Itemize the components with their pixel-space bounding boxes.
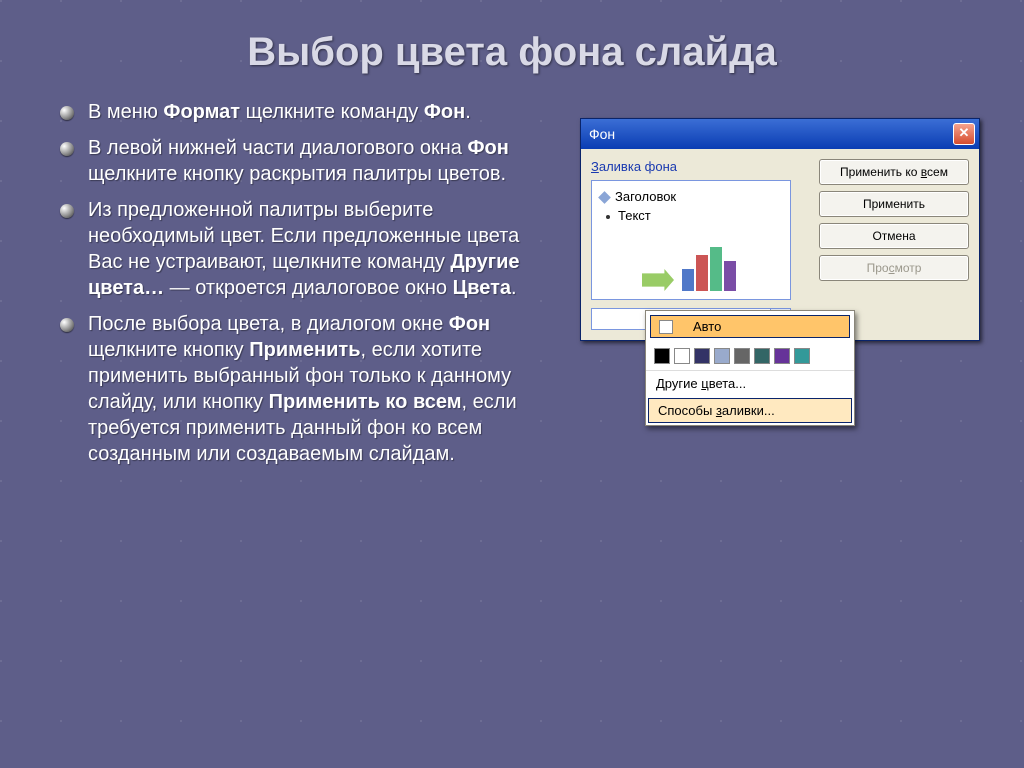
color-palette-popup: Авто Другие цвета... Способы заливки... <box>645 310 855 426</box>
auto-swatch <box>659 320 673 334</box>
color-swatch[interactable] <box>774 348 790 364</box>
color-swatch[interactable] <box>694 348 710 364</box>
color-swatch[interactable] <box>654 348 670 364</box>
dialog-left-panel: Заливка фона Заголовок Текст ▾ <box>591 159 809 330</box>
color-swatch[interactable] <box>794 348 810 364</box>
dialog-title-text: Фон <box>589 126 953 142</box>
color-swatch[interactable] <box>734 348 750 364</box>
diamond-icon <box>598 191 611 204</box>
close-icon[interactable]: ✕ <box>953 123 975 145</box>
bullet-text: В меню Формат щелкните команду Фон. <box>88 99 471 125</box>
palette-auto-label: Авто <box>693 319 721 334</box>
bullet-item: В меню Формат щелкните команду Фон. <box>60 99 550 125</box>
dot-icon <box>606 215 610 219</box>
bullet-text: После выбора цвета, в диалогом окне Фон … <box>88 311 550 467</box>
apply-button[interactable]: Применить <box>819 191 969 217</box>
bullet-text: Из предложенной палитры выберите необход… <box>88 197 550 301</box>
color-swatch[interactable] <box>674 348 690 364</box>
mini-chart-icon <box>642 247 736 291</box>
dialog-buttons: Применить ко всем Применить Отмена Просм… <box>819 159 969 330</box>
background-dialog: Фон ✕ Заливка фона Заголовок Текст ▾ При… <box>580 118 980 341</box>
color-swatch[interactable] <box>714 348 730 364</box>
preview-title: Заголовок <box>615 189 676 204</box>
bullet-item: В левой нижней части диалогового окна Фо… <box>60 135 550 187</box>
bullet-list: В меню Формат щелкните команду Фон. В лев… <box>0 99 560 477</box>
apply-all-button[interactable]: Применить ко всем <box>819 159 969 185</box>
page-title: Выбор цвета фона слайда <box>0 0 1024 99</box>
dialog-titlebar[interactable]: Фон ✕ <box>581 119 979 149</box>
bullet-icon <box>60 318 74 332</box>
bullet-item: Из предложенной палитры выберите необход… <box>60 197 550 301</box>
bullet-icon <box>60 106 74 120</box>
bullet-icon <box>60 204 74 218</box>
color-swatch[interactable] <box>754 348 770 364</box>
preview-text: Текст <box>618 208 651 223</box>
palette-swatches <box>646 342 854 370</box>
palette-auto[interactable]: Авто <box>650 315 850 338</box>
cancel-button[interactable]: Отмена <box>819 223 969 249</box>
palette-fill-methods[interactable]: Способы заливки... <box>648 398 852 423</box>
bullet-icon <box>60 142 74 156</box>
bullet-item: После выбора цвета, в диалогом окне Фон … <box>60 311 550 467</box>
preview-button[interactable]: Просмотр <box>819 255 969 281</box>
palette-more-colors[interactable]: Другие цвета... <box>646 370 854 396</box>
group-label: Заливка фона <box>591 159 809 174</box>
slide-preview: Заголовок Текст <box>591 180 791 300</box>
bullet-text: В левой нижней части диалогового окна Фо… <box>88 135 550 187</box>
